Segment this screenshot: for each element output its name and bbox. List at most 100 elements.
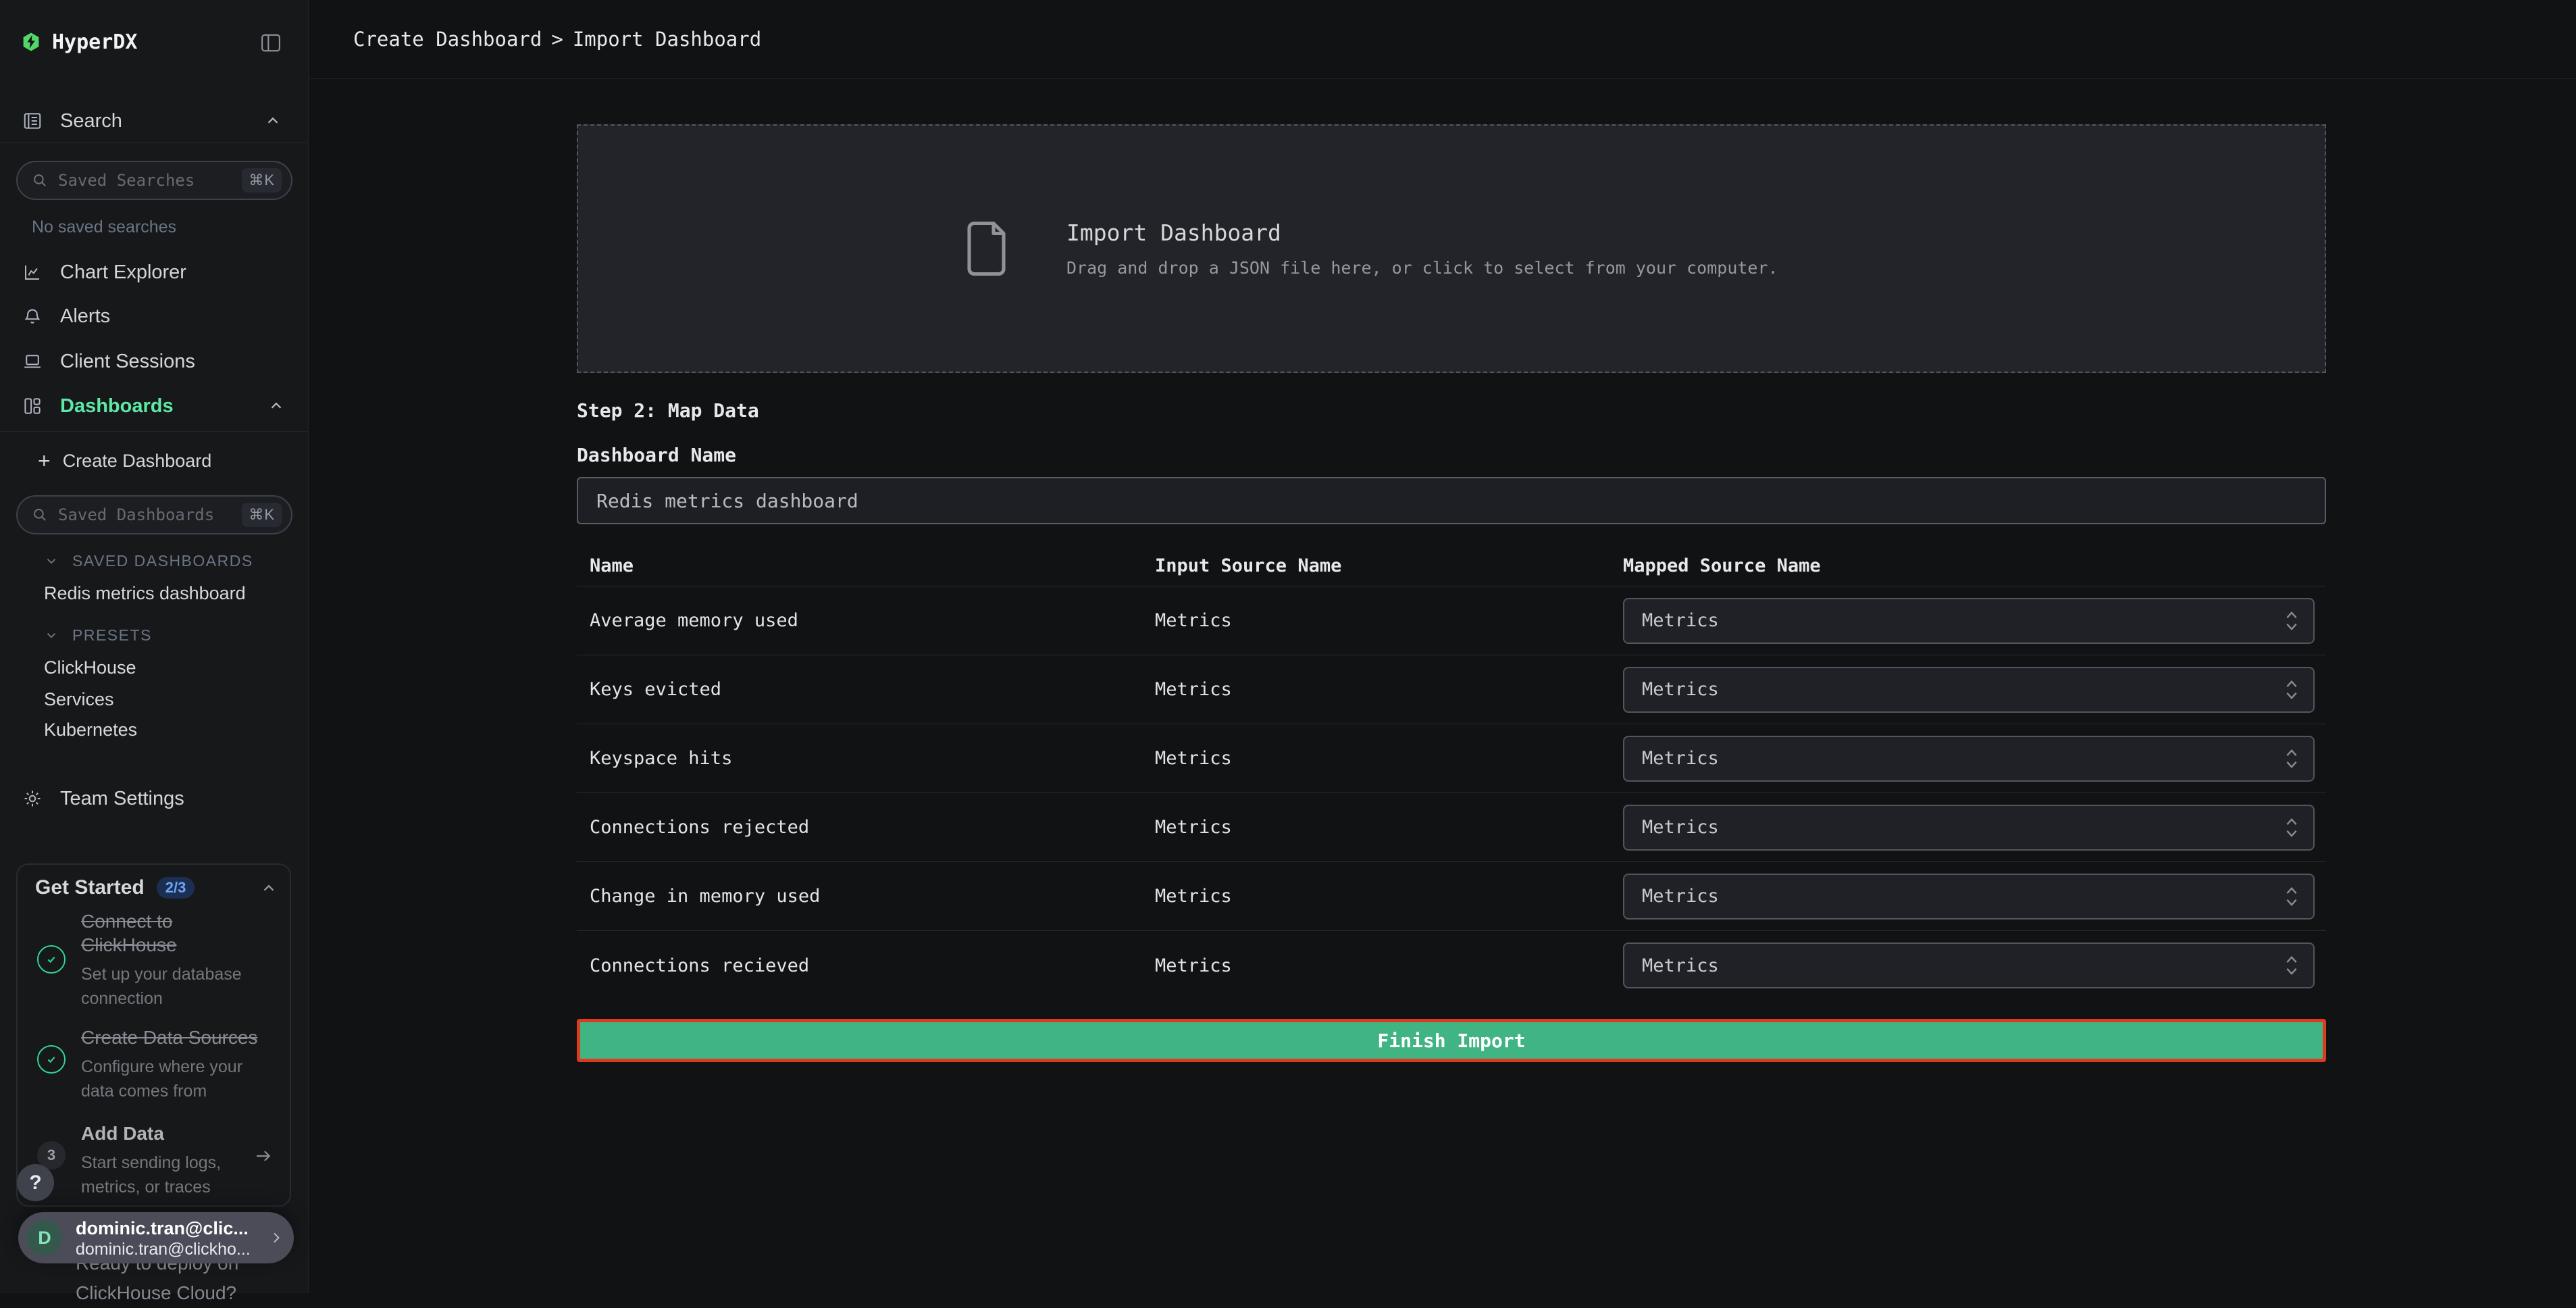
nav-label: Client Sessions [60, 351, 195, 373]
saved-dashboards-placeholder: Saved Dashboards [58, 505, 242, 524]
no-saved-searches-text: No saved searches [32, 218, 176, 237]
sidebar-item-kubernetes-preset[interactable]: Kubernetes [44, 719, 137, 740]
get-started-step-sources[interactable]: Create Data Sources Configure where your… [81, 1026, 284, 1103]
sidebar: HyperDX Search Saved Searches ⌘K No save… [0, 0, 309, 1293]
topbar: Create Dashboard > Import Dashboard [309, 0, 2576, 79]
get-started-step-connect[interactable]: Connect to ClickHouse Set up your databa… [81, 909, 284, 1011]
column-header-name: Name [577, 555, 1155, 576]
dashboards-icon [22, 396, 43, 416]
mapped-source-select[interactable]: Metrics [1623, 942, 2315, 988]
metric-name-cell: Average memory used [577, 610, 1155, 631]
user-email: dominic.tran@clickho... [76, 1240, 251, 1259]
select-chevrons-icon [2285, 816, 2298, 839]
metric-name-cell: Connections recieved [577, 955, 1155, 976]
app-title: HyperDX [52, 30, 137, 54]
section-label: PRESETS [72, 626, 152, 645]
saved-dashboards-section-header[interactable]: SAVED DASHBOARDS [44, 551, 253, 571]
selected-source-value: Metrics [1642, 679, 1719, 700]
logo: HyperDX [22, 28, 137, 55]
column-header-mapped-source: Mapped Source Name [1623, 555, 2326, 576]
selected-source-value: Metrics [1642, 817, 1719, 838]
source-mapping-table: Name Input Source Name Mapped Source Nam… [577, 545, 2326, 1000]
get-started-card: Get Started 2/3 Connect to ClickHouse Se… [16, 863, 291, 1207]
select-chevrons-icon [2285, 954, 2298, 977]
breadcrumb-separator: > [551, 28, 563, 51]
sidebar-item-client-sessions[interactable]: Client Sessions [22, 349, 289, 374]
sidebar-item-alerts[interactable]: Alerts [22, 304, 289, 328]
sidebar-item-redis-dashboard[interactable]: Redis metrics dashboard [44, 582, 246, 604]
gear-icon [22, 788, 43, 809]
create-dashboard-button[interactable]: + Create Dashboard [38, 449, 211, 473]
mapped-source-select[interactable]: Metrics [1623, 598, 2315, 644]
saved-searches-input[interactable]: Saved Searches ⌘K [16, 161, 292, 200]
avatar: D [27, 1220, 62, 1255]
dropzone-title: Import Dashboard [1066, 220, 1938, 246]
sidebar-item-services-preset[interactable]: Services [44, 688, 114, 710]
progress-badge: 2/3 [157, 877, 195, 899]
mapped-source-select[interactable]: Metrics [1623, 736, 2315, 782]
select-chevrons-icon [2285, 678, 2298, 701]
table-row: Change in memory used Metrics Metrics [577, 862, 2326, 931]
dashboard-name-value: Redis metrics dashboard [596, 490, 858, 512]
chevron-down-icon [44, 553, 59, 568]
chevron-up-icon[interactable] [260, 880, 278, 897]
dashboard-name-input[interactable]: Redis metrics dashboard [577, 477, 2326, 524]
select-chevrons-icon [2285, 747, 2298, 770]
nav-label: Alerts [60, 305, 110, 328]
import-dropzone[interactable]: Import Dashboard Drag and drop a JSON fi… [577, 124, 2326, 373]
chevron-down-icon [44, 628, 59, 643]
file-icon [965, 220, 1010, 277]
step-subtitle: Configure where your data comes from [81, 1055, 284, 1103]
breadcrumb: Create Dashboard > Import Dashboard [353, 28, 761, 51]
mapped-source-select[interactable]: Metrics [1623, 667, 2315, 713]
input-source-cell: Metrics [1155, 886, 1623, 907]
sidebar-item-search[interactable]: Search [22, 109, 286, 132]
dashboard-name-label: Dashboard Name [577, 444, 736, 466]
preset-link-label: Kubernetes [44, 720, 137, 740]
arrow-right-icon[interactable] [253, 1146, 274, 1166]
breadcrumb-import-dashboard[interactable]: Import Dashboard [573, 28, 761, 51]
metric-name-cell: Keys evicted [577, 679, 1155, 700]
step-title: Add Data [81, 1122, 284, 1145]
search-section-icon [22, 111, 43, 131]
search-icon [31, 172, 49, 189]
sidebar-divider [0, 431, 308, 432]
sidebar-item-clickhouse-preset[interactable]: ClickHouse [44, 657, 136, 678]
table-row: Keyspace hits Metrics Metrics [577, 724, 2326, 793]
step-label: Step 2: Map Data [577, 399, 759, 422]
chart-icon [22, 262, 43, 282]
plus-icon: + [38, 449, 51, 474]
saved-dashboards-input[interactable]: Saved Dashboards ⌘K [16, 495, 292, 534]
metric-name-cell: Keyspace hits [577, 748, 1155, 769]
metric-name-cell: Connections rejected [577, 817, 1155, 838]
search-icon [31, 506, 49, 524]
presets-section-header[interactable]: PRESETS [44, 625, 152, 645]
step-title: Connect to ClickHouse [81, 909, 284, 957]
user-menu[interactable]: D dominic.tran@clic... dominic.tran@clic… [18, 1212, 294, 1263]
mapped-source-select[interactable]: Metrics [1623, 874, 2315, 920]
check-circle-icon [37, 1045, 66, 1074]
bell-icon [22, 306, 43, 326]
nav-label: Dashboards [60, 395, 174, 418]
breadcrumb-create-dashboard[interactable]: Create Dashboard [353, 28, 542, 51]
get-started-title: Get Started [35, 876, 145, 899]
help-button[interactable]: ? [17, 1164, 54, 1201]
chevron-right-icon [268, 1230, 284, 1246]
sidebar-collapse-icon[interactable] [261, 34, 281, 52]
nav-label: Chart Explorer [60, 261, 186, 284]
dropzone-subtitle: Drag and drop a JSON file here, or click… [1066, 258, 1938, 278]
sidebar-item-team-settings[interactable]: Team Settings [22, 786, 289, 811]
mapped-source-select[interactable]: Metrics [1623, 805, 2315, 851]
preset-link-label: Services [44, 689, 114, 710]
finish-import-button[interactable]: Finish Import [577, 1019, 2326, 1062]
shortcut-badge: ⌘K [242, 168, 282, 193]
step-subtitle: Set up your database connection [81, 962, 284, 1011]
dashboard-link-label: Redis metrics dashboard [44, 583, 246, 604]
table-body: Average memory used Metrics Metrics [577, 586, 2326, 1000]
table-row: Average memory used Metrics Metrics [577, 586, 2326, 655]
chevron-up-icon[interactable] [267, 397, 285, 415]
selected-source-value: Metrics [1642, 610, 1719, 631]
sidebar-item-dashboards[interactable]: Dashboards [22, 394, 289, 418]
sidebar-item-chart-explorer[interactable]: Chart Explorer [22, 260, 289, 284]
chevron-up-icon[interactable] [264, 112, 282, 130]
